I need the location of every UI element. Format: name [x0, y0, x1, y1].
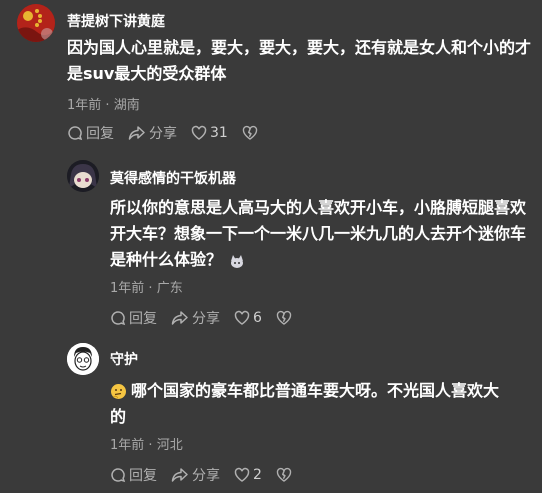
meta-separator: · — [148, 438, 153, 453]
reply-button[interactable]: 回复 — [67, 123, 114, 143]
share-button[interactable]: 分享 — [171, 465, 220, 485]
cartoon-face-avatar-icon — [67, 343, 99, 375]
reply-icon — [68, 126, 83, 141]
broken-heart-icon — [276, 467, 292, 482]
comment-meta: 1年前 · 广东 — [110, 277, 183, 296]
reply-icon — [111, 468, 126, 483]
reply-label: 回复 — [86, 126, 114, 142]
share-icon — [171, 468, 188, 482]
avatar[interactable] — [67, 343, 99, 375]
share-icon — [128, 126, 145, 140]
like-count: 31 — [210, 125, 228, 141]
comment-text-body: 所以你的意思是人高马大的人喜欢开小车，小胳膊短腿喜欢开大车？想象一下一个一米八几… — [110, 198, 527, 269]
reply-label: 回复 — [129, 468, 157, 484]
sticker-emoji-icon — [230, 254, 243, 268]
comment-time: 1年前 — [110, 281, 145, 296]
share-button[interactable]: 分享 — [171, 308, 220, 328]
reply-button[interactable]: 回复 — [110, 308, 157, 328]
comment-text: 因为国人心里就是，要大，要大，要大，还有就是女人和个小的才是suv最大的受众群体 — [67, 38, 532, 83]
comment-meta: 1年前 · 湖南 — [67, 94, 140, 113]
red-flag-avatar-icon — [17, 4, 55, 42]
reply-button[interactable]: 回复 — [110, 465, 157, 485]
heart-icon — [234, 467, 250, 482]
like-button[interactable]: 2 — [234, 467, 262, 483]
comment-actions: 回复 分享 2 — [110, 465, 309, 485]
heart-icon — [234, 310, 250, 325]
thinking-face-emoji-icon — [111, 384, 126, 399]
username[interactable]: 守护 — [110, 349, 138, 369]
anime-avatar-icon — [67, 160, 99, 192]
share-icon — [171, 311, 188, 325]
avatar[interactable] — [67, 160, 99, 192]
comment-location: 湖南 — [113, 98, 140, 113]
comment-location: 河北 — [156, 438, 183, 453]
broken-heart-icon — [276, 310, 292, 325]
dislike-button[interactable] — [276, 467, 295, 483]
reply-item: 莫得感情的干饭机器 所以你的意思是人高马大的人喜欢开小车，小胳膊短腿喜欢开大车？… — [0, 150, 542, 330]
dislike-button[interactable] — [242, 125, 261, 141]
comment-time: 1年前 — [110, 438, 145, 453]
meta-separator: · — [105, 98, 110, 113]
broken-heart-icon — [242, 125, 258, 140]
comment-text: 所以你的意思是人高马大的人喜欢开小车，小胳膊短腿喜欢开大车？想象一下一个一米八几… — [110, 195, 535, 273]
avatar[interactable] — [17, 4, 55, 42]
share-label: 分享 — [192, 311, 220, 327]
comment-item: 菩提树下讲黄庭 因为国人心里就是，要大，要大，要大，还有就是女人和个小的才是su… — [0, 0, 542, 150]
reply-item: 守护 哪个国家的豪车都比普通车要大呀。不光国人喜欢大的 1年前 · 河北 回复 … — [0, 335, 542, 493]
like-button[interactable]: 31 — [191, 125, 228, 141]
username[interactable]: 菩提树下讲黄庭 — [67, 11, 165, 31]
username[interactable]: 莫得感情的干饭机器 — [110, 168, 236, 188]
like-button[interactable]: 6 — [234, 310, 262, 326]
meta-separator: · — [148, 281, 153, 296]
comment-time: 1年前 — [67, 98, 102, 113]
like-count: 2 — [253, 467, 262, 483]
dislike-button[interactable] — [276, 310, 295, 326]
like-count: 6 — [253, 310, 262, 326]
comment-meta: 1年前 · 河北 — [110, 434, 183, 453]
comment-actions: 回复 分享 6 — [110, 308, 309, 328]
reply-label: 回复 — [129, 311, 157, 327]
share-label: 分享 — [149, 126, 177, 142]
share-label: 分享 — [192, 468, 220, 484]
comment-actions: 回复 分享 31 — [67, 123, 275, 143]
heart-icon — [191, 125, 207, 140]
comment-thread: 菩提树下讲黄庭 因为国人心里就是，要大，要大，要大，还有就是女人和个小的才是su… — [0, 0, 542, 493]
comment-text-body: 哪个国家的豪车都比普通车要大呀。不光国人喜欢大的 — [110, 381, 500, 426]
comment-location: 广东 — [156, 281, 183, 296]
reply-icon — [111, 311, 126, 326]
share-button[interactable]: 分享 — [128, 123, 177, 143]
comment-text: 哪个国家的豪车都比普通车要大呀。不光国人喜欢大的 — [110, 378, 510, 430]
